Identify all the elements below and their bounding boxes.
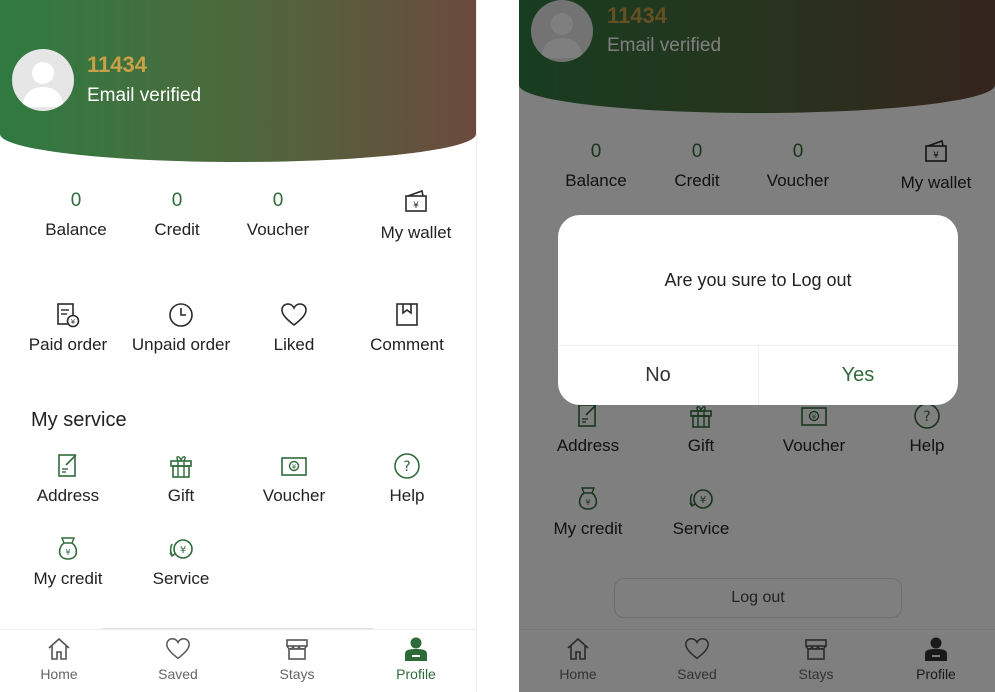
tab-saved[interactable]: Saved: [128, 636, 228, 682]
paid-order-icon: ¥: [12, 301, 124, 331]
bookmark-icon: [351, 301, 463, 331]
svg-text:¥: ¥: [65, 548, 70, 557]
yen-service-icon: ¥: [125, 535, 237, 565]
money-bag-icon: ¥: [12, 535, 124, 565]
my-credit-button[interactable]: ¥ My credit: [12, 535, 124, 589]
dialog-yes-button[interactable]: Yes: [758, 346, 958, 405]
help-icon: ?: [351, 452, 463, 482]
address-label: Address: [36, 486, 100, 505]
my-wallet-button[interactable]: ¥ My wallet: [360, 189, 472, 243]
voucher-label: Voucher: [246, 220, 310, 239]
comment-label: Comment: [370, 335, 444, 354]
dialog-message: Are you sure to Log out: [664, 270, 852, 290]
balance-value: 0: [70, 190, 82, 211]
address-button[interactable]: Address: [12, 452, 124, 506]
store-icon: [286, 639, 308, 660]
voucher-service-label: Voucher: [262, 486, 326, 505]
tab-profile-label: Profile: [396, 666, 436, 682]
tab-home[interactable]: Home: [9, 636, 109, 682]
tab-saved-label: Saved: [158, 666, 198, 682]
stat-voucher[interactable]: 0 Voucher: [228, 190, 328, 240]
svg-text:?: ?: [403, 459, 410, 475]
svg-text:¥: ¥: [413, 201, 419, 211]
voucher-value: 0: [272, 190, 284, 211]
section-title-my-service: My service: [31, 409, 127, 431]
my-wallet-label: My wallet: [380, 223, 452, 242]
stat-credit[interactable]: 0 Credit: [127, 190, 227, 240]
logout-confirm-dialog: Are you sure to Log out No Yes: [558, 215, 958, 405]
tab-home-label: Home: [40, 666, 78, 682]
home-icon: [48, 637, 70, 660]
unpaid-order-label: Unpaid order: [131, 335, 231, 354]
balance-label: Balance: [45, 220, 107, 239]
svg-text:¥: ¥: [292, 463, 297, 471]
help-button[interactable]: ? Help: [351, 452, 463, 506]
unpaid-order-button[interactable]: Unpaid order: [125, 301, 237, 355]
paid-order-label: Paid order: [28, 335, 108, 354]
bottom-tab-bar: Home Saved Stays Profile: [0, 629, 476, 692]
address-icon: [12, 452, 124, 482]
avatar-silhouette-icon: [22, 62, 64, 107]
my-credit-label: My credit: [33, 569, 103, 588]
voucher-button[interactable]: ¥ Voucher: [238, 452, 350, 506]
profile-screen: 11434 Email verified 0 Balance 0 Credit …: [0, 0, 477, 692]
gift-button[interactable]: Gift: [125, 452, 237, 506]
email-status: Email verified: [87, 85, 202, 106]
service-button[interactable]: ¥ Service: [125, 535, 237, 589]
clock-icon: [125, 301, 237, 331]
liked-label: Liked: [273, 335, 315, 354]
voucher-icon: ¥: [238, 452, 350, 482]
user-id: 11434: [87, 52, 147, 77]
profile-screen-with-dialog: 11434 Email verified 0 Balance 0 Credit …: [519, 0, 995, 692]
gift-label: Gift: [167, 486, 195, 505]
heart-icon: [238, 301, 350, 331]
gift-icon: [125, 452, 237, 482]
tab-stays[interactable]: Stays: [247, 636, 347, 682]
service-label: Service: [152, 569, 210, 588]
credit-label: Credit: [154, 220, 200, 239]
credit-value: 0: [171, 190, 183, 211]
tab-profile[interactable]: Profile: [366, 636, 466, 682]
tab-stays-label: Stays: [279, 666, 315, 682]
paid-order-button[interactable]: ¥ Paid order: [12, 301, 124, 355]
person-icon: [405, 637, 427, 661]
liked-button[interactable]: Liked: [238, 301, 350, 355]
dialog-no-button[interactable]: No: [558, 346, 758, 405]
wallet-icon: ¥: [360, 189, 472, 219]
help-label: Help: [389, 486, 425, 505]
avatar[interactable]: [12, 49, 74, 111]
stat-balance[interactable]: 0 Balance: [26, 190, 126, 240]
svg-text:¥: ¥: [180, 545, 186, 556]
svg-text:¥: ¥: [71, 318, 76, 326]
comment-button[interactable]: Comment: [351, 301, 463, 355]
heart-icon: [166, 638, 190, 660]
